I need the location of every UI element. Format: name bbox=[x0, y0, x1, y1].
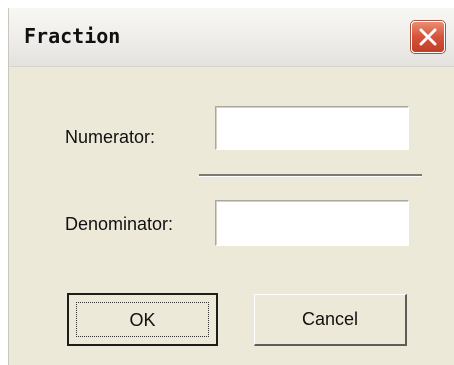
numerator-field[interactable] bbox=[216, 107, 408, 149]
dialog-title: Fraction bbox=[24, 24, 121, 48]
title-bar[interactable]: Fraction bbox=[9, 8, 454, 67]
ok-button[interactable]: OK bbox=[67, 293, 218, 346]
denominator-field-frame bbox=[215, 200, 409, 246]
close-icon bbox=[419, 28, 437, 46]
fraction-dialog: Fraction Numerator: Denominator: OK Canc… bbox=[8, 8, 454, 365]
close-button[interactable] bbox=[411, 21, 445, 53]
denominator-label: Denominator: bbox=[65, 214, 174, 234]
cancel-button[interactable]: Cancel bbox=[254, 294, 407, 346]
fraction-bar bbox=[199, 174, 422, 177]
numerator-field-frame bbox=[215, 106, 409, 150]
denominator-field[interactable] bbox=[216, 201, 408, 245]
ok-button-label: OK bbox=[76, 302, 209, 337]
numerator-label: Numerator: bbox=[65, 127, 156, 147]
